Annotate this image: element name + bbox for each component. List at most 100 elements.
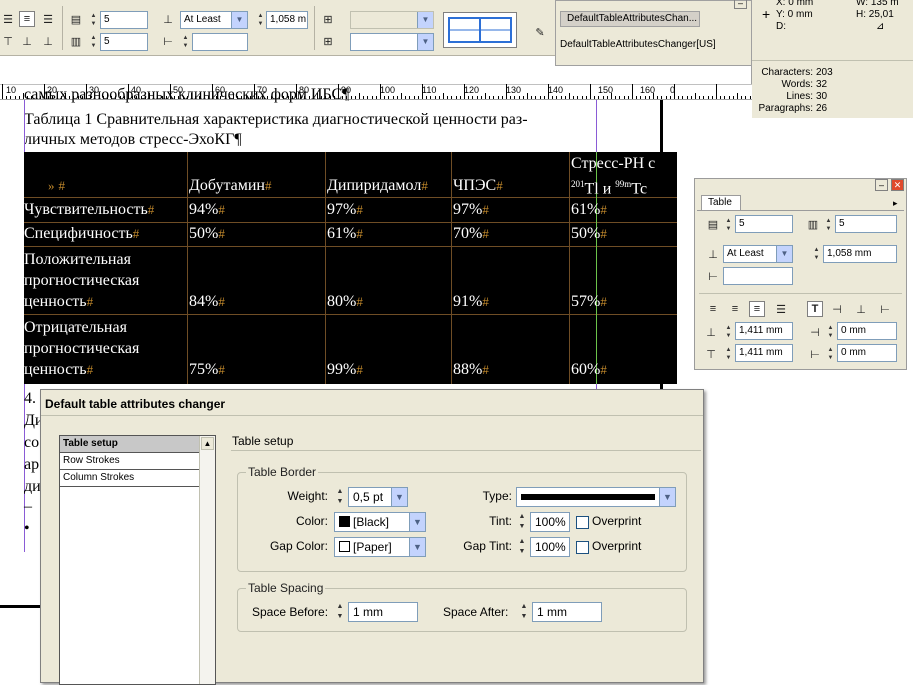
top-inset-spinner[interactable]: ▲ ▼ xyxy=(723,324,734,340)
chevron-down-icon[interactable]: ▼ xyxy=(417,34,433,50)
header-cell-4[interactable]: ЧПЭС# xyxy=(453,176,503,196)
columns-field[interactable]: 5 xyxy=(100,33,148,51)
tint-spinner[interactable]: ▲ ▼ xyxy=(516,512,528,532)
scroll-up-icon[interactable]: ▲ xyxy=(201,437,214,450)
bottom-inset-spinner[interactable]: ▲ ▼ xyxy=(723,346,734,362)
rotate-270-icon[interactable]: ⊢ xyxy=(877,301,893,317)
columns-field[interactable]: 5 xyxy=(835,215,897,233)
row-label-npv-2[interactable]: прогностическая xyxy=(24,339,139,359)
table-cell[interactable]: 61%# xyxy=(327,224,363,244)
table-cell[interactable]: 97%# xyxy=(453,200,489,220)
header-cell-5[interactable]: Стресс-РН с xyxy=(571,154,655,174)
minimize-icon[interactable]: – xyxy=(734,0,747,9)
stroke-proxy-preview[interactable] xyxy=(443,12,517,48)
rotate-90-icon[interactable]: ⊣ xyxy=(829,301,845,317)
table-cell[interactable]: 70%# xyxy=(453,224,489,244)
row-label-ppv-3[interactable]: ценность# xyxy=(24,292,93,312)
rows-spinner[interactable]: ▲ ▼ xyxy=(88,12,99,28)
left-inset-field[interactable]: 0 mm xyxy=(837,322,897,340)
right-inset-spinner[interactable]: ▲ ▼ xyxy=(825,346,836,362)
script-list-item[interactable]: DefaultTableAttributesChanger[US] xyxy=(560,39,716,50)
space-before-spinner[interactable]: ▲ ▼ xyxy=(334,602,346,622)
gap-tint-spinner[interactable]: ▲ ▼ xyxy=(516,537,528,557)
split-cells-icon[interactable]: ⊞ xyxy=(320,33,336,49)
rotate-180-icon[interactable]: ⊥ xyxy=(853,301,869,317)
table-cell[interactable]: 91%# xyxy=(453,292,489,312)
row-height-field[interactable]: 1,058 m xyxy=(266,11,308,29)
scripts-tab[interactable]: DefaultTableAttributesChan... xyxy=(560,11,700,27)
gap-overprint-checkbox[interactable] xyxy=(576,541,589,554)
stroke-type-select[interactable]: ▼ xyxy=(350,33,434,51)
chevron-down-icon[interactable]: ▼ xyxy=(231,12,247,28)
document-table[interactable]: » # Добутамин# Дипиридамол# ЧПЭС# Стресс… xyxy=(24,152,677,384)
left-inset-spinner[interactable]: ▲ ▼ xyxy=(825,324,836,340)
row-label-sensitivity[interactable]: Чувствительность# xyxy=(24,200,154,220)
header-cell-1[interactable]: » # xyxy=(48,176,65,196)
row-label-specificity[interactable]: Специфичность# xyxy=(24,224,139,244)
columns-spinner[interactable]: ▲ ▼ xyxy=(823,217,834,233)
header-cell-3[interactable]: Дипиридамол# xyxy=(327,176,428,196)
row-label-ppv-2[interactable]: прогностическая xyxy=(24,271,139,291)
table-cell[interactable]: 50%# xyxy=(189,224,225,244)
row-height-field[interactable]: 1,058 mm xyxy=(823,245,897,263)
script-icon[interactable]: ✎ xyxy=(530,22,550,42)
top-inset-field[interactable]: 1,411 mm xyxy=(735,322,793,340)
chevron-down-icon[interactable]: ▼ xyxy=(409,513,425,531)
list-item-table-setup[interactable]: Table setup xyxy=(60,436,199,453)
chevron-down-icon[interactable]: ▼ xyxy=(659,488,675,506)
table-cell[interactable]: 99%# xyxy=(327,360,363,380)
merge-cells-icon[interactable]: ⊞ xyxy=(320,11,336,27)
row-height-spinner[interactable]: ▲ ▼ xyxy=(811,246,822,262)
dialog-title[interactable]: Default table attributes changer xyxy=(41,390,703,416)
justify-vertical-icon[interactable]: ☰ xyxy=(773,301,789,317)
text-rotation-icon[interactable]: T xyxy=(807,301,823,317)
row-label-ppv-1[interactable]: Положительная xyxy=(24,250,131,270)
header-cell-2[interactable]: Добутамин# xyxy=(189,176,271,196)
table-cell[interactable]: 61%# xyxy=(571,200,607,220)
list-scrollbar[interactable]: ▲ xyxy=(199,436,215,684)
align-left-icon[interactable]: ☰ xyxy=(0,11,16,27)
close-icon[interactable]: ✕ xyxy=(891,179,904,191)
section-list[interactable]: Table setup Row Strokes Column Strokes ▲ xyxy=(59,435,216,685)
minimize-icon[interactable]: – xyxy=(875,179,888,191)
align-center-icon[interactable]: ≡ xyxy=(727,301,743,317)
table-cell[interactable]: 88%# xyxy=(453,360,489,380)
row-label-npv-3[interactable]: ценность# xyxy=(24,360,93,380)
table-cell[interactable]: 97%# xyxy=(327,200,363,220)
weight-spinner[interactable]: ▲ ▼ xyxy=(334,487,346,507)
row-height-spinner[interactable]: ▲ ▼ xyxy=(255,12,266,28)
table-cell[interactable]: 94%# xyxy=(189,200,225,220)
list-item-row-strokes[interactable]: Row Strokes xyxy=(60,453,199,470)
panel-menu-icon[interactable]: ▸ xyxy=(893,198,898,209)
rows-spinner[interactable]: ▲ ▼ xyxy=(723,217,734,233)
chevron-down-icon[interactable]: ▼ xyxy=(776,246,792,262)
overprint-checkbox[interactable] xyxy=(576,516,589,529)
table-cell[interactable]: 60%# xyxy=(571,360,607,380)
header-cell-5-line2[interactable]: 201Tl и 99mTc xyxy=(571,174,647,199)
chevron-down-icon[interactable]: ▼ xyxy=(391,488,407,506)
columns-spinner[interactable]: ▲ ▼ xyxy=(88,34,99,50)
table-cell[interactable]: 57%# xyxy=(571,292,607,312)
rows-field[interactable]: 5 xyxy=(735,215,793,233)
valign-bottom-icon[interactable]: ⊥ xyxy=(40,33,56,49)
align-bottom-icon[interactable]: ≡ xyxy=(749,301,765,317)
chevron-down-icon[interactable]: ▼ xyxy=(417,12,433,28)
weight-field[interactable]: 0,5 pt ▼ xyxy=(348,487,408,507)
table-cell[interactable]: 50%# xyxy=(571,224,607,244)
bottom-inset-field[interactable]: 1,411 mm xyxy=(735,344,793,362)
row-height-mode-select[interactable]: At Least ▼ xyxy=(723,245,793,263)
tint-field[interactable]: 100% xyxy=(530,512,570,532)
table-cell[interactable]: 84%# xyxy=(189,292,225,312)
gap-color-select[interactable]: [Paper] ▼ xyxy=(334,537,426,557)
list-item-column-strokes[interactable]: Column Strokes xyxy=(60,470,199,487)
right-inset-field[interactable]: 0 mm xyxy=(837,344,897,362)
gap-tint-field[interactable]: 100% xyxy=(530,537,570,557)
stroke-type-select[interactable]: ▼ xyxy=(516,487,676,507)
color-select[interactable]: [Black] ▼ xyxy=(334,512,426,532)
valign-top-icon[interactable]: ⊤ xyxy=(0,33,16,49)
align-right-icon[interactable]: ☰ xyxy=(40,11,56,27)
stroke-weight-select[interactable]: ▼ xyxy=(350,11,434,29)
table-tab[interactable]: Table xyxy=(701,195,741,211)
table-cell[interactable]: 80%# xyxy=(327,292,363,312)
space-before-field[interactable]: 1 mm xyxy=(348,602,418,622)
